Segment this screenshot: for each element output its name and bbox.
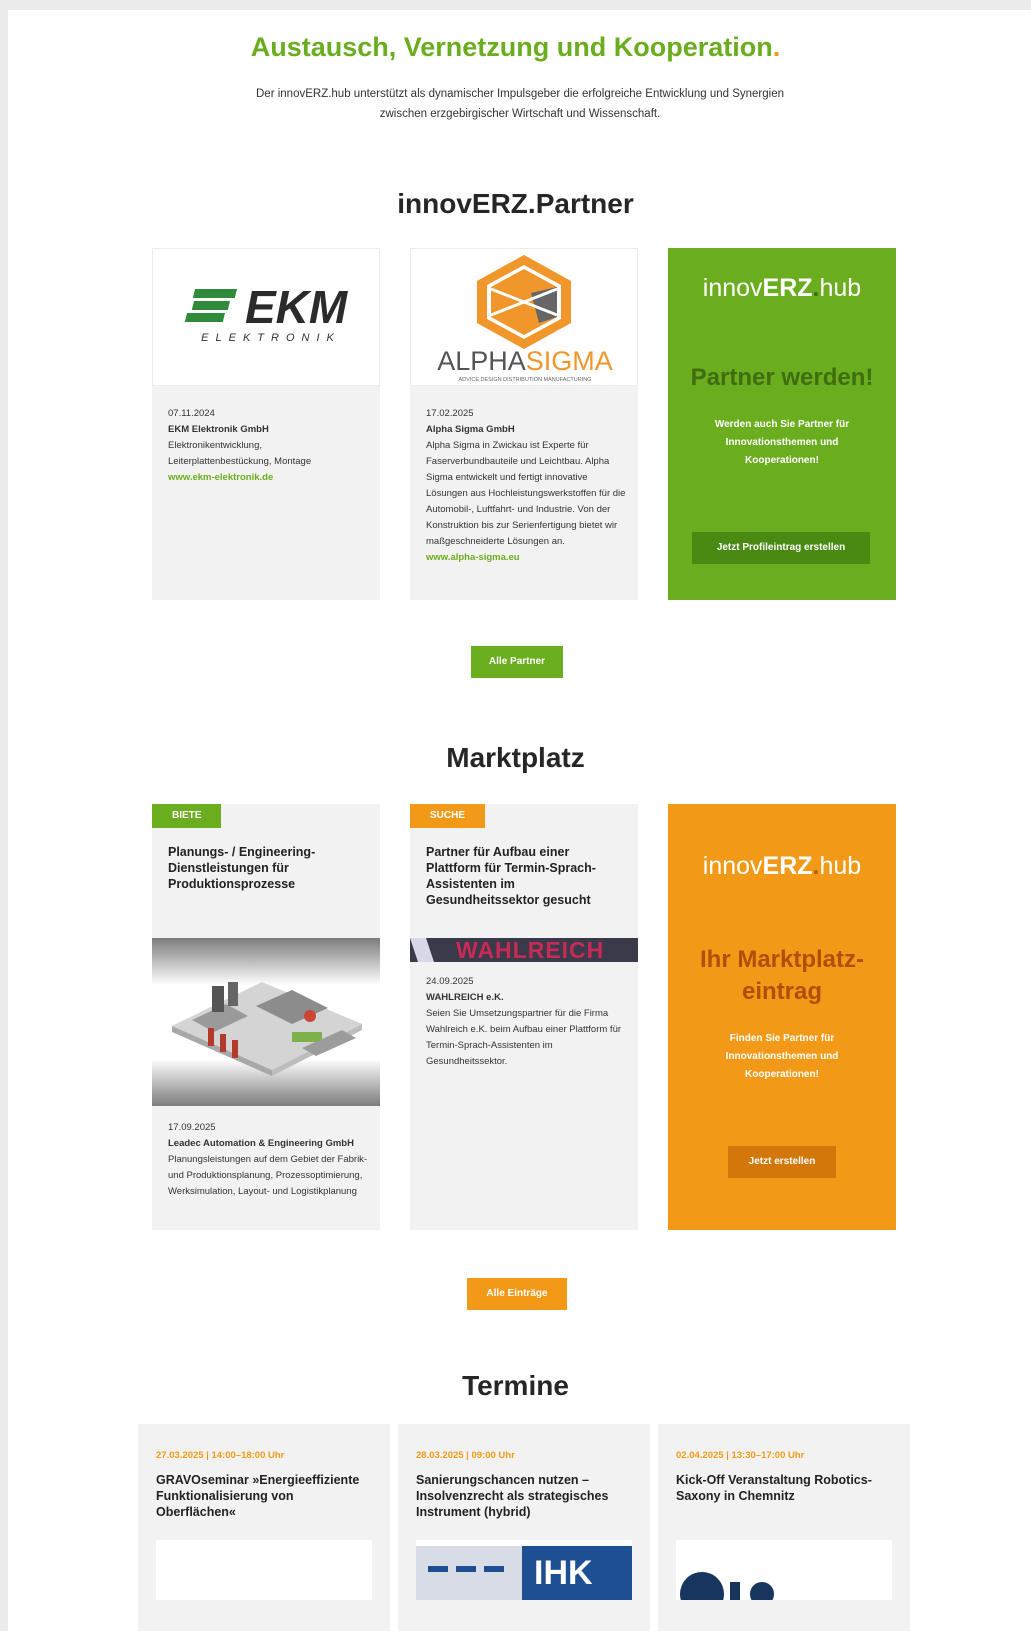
alpha-sigma-company: Alpha Sigma GmbH bbox=[426, 424, 515, 435]
robotics-title: Kick-Off Veranstaltung Robotics-Saxony i… bbox=[676, 1473, 872, 1503]
events-section-title: Termine bbox=[462, 1370, 569, 1401]
market-promo-brand-a: innov bbox=[702, 852, 763, 880]
market-promo-text: Finden Sie Partner für Innovationsthemen… bbox=[725, 1033, 839, 1080]
partner-promo-brand-dot: . bbox=[812, 274, 820, 302]
gravo-title: GRAVOseminar »Energieeffiziente Funktion… bbox=[156, 1473, 360, 1519]
create-profile-button[interactable]: Jetzt Profileintrag erstellen bbox=[692, 532, 870, 564]
alpha-sigma-meta: 17.02.2025 Alpha Sigma GmbH Alpha Sigma … bbox=[426, 406, 626, 566]
alpha-sigma-logo-graphic: ALPHASIGMA ADVICE DESIGN DISTRIBUTION MA… bbox=[437, 255, 613, 383]
wahlreich-banner: WAHLREICH bbox=[410, 938, 638, 962]
partner-promo-heading: Partner werden! bbox=[690, 364, 874, 391]
gravo-image bbox=[156, 1540, 372, 1600]
ihk-title: Sanierungschancen nutzen – Insolvenzrech… bbox=[416, 1473, 609, 1519]
market-promo-brand-dot: . bbox=[812, 852, 820, 880]
market-promo-card: innovERZ.hub Ihr Marktplatz-eintrag Find… bbox=[668, 804, 896, 1230]
robotics-date: 02.04.2025 | 13:30–17:00 Uhr bbox=[676, 1450, 805, 1461]
alpha-sigma-link[interactable]: www.alpha-sigma.eu bbox=[426, 550, 626, 566]
ekm-logo-graphic: EKM ELEKTRONIK bbox=[184, 281, 349, 344]
leadec-image bbox=[152, 938, 380, 1106]
market-card-wahlreich[interactable]: SUCHE Partner für Aufbau einer Plattform… bbox=[410, 804, 638, 1230]
hero-title-dot: . bbox=[772, 32, 781, 62]
hero-subtitle: Der innovERZ.hub unterstützt als dynamis… bbox=[256, 88, 784, 120]
create-market-entry-button[interactable]: Jetzt erstellen bbox=[728, 1146, 836, 1178]
alpha-sigma-logo-text-b: SIGMA bbox=[526, 346, 613, 376]
ihk-image: IHK bbox=[416, 1540, 632, 1600]
ekm-logo: EKM ELEKTRONIK bbox=[152, 248, 380, 386]
market-promo-brand: innovERZ.hub bbox=[668, 852, 896, 881]
event-card-ihk[interactable]: 28.03.2025 | 09:00 Uhr Sanierungschancen… bbox=[398, 1424, 650, 1631]
wahlreich-banner-graphic: WAHLREICH bbox=[410, 938, 604, 962]
wahlreich-company: WAHLREICH e.K. bbox=[426, 992, 504, 1003]
partner-card-ekm[interactable]: EKM ELEKTRONIK 07.11.2024 EKM Elektronik… bbox=[152, 248, 380, 600]
alpha-sigma-logo-subtext: ADVICE DESIGN DISTRIBUTION MANUFACTURING bbox=[459, 377, 592, 383]
partner-promo-brand-c: hub bbox=[819, 274, 862, 302]
ekm-meta: 07.11.2024 EKM Elektronik GmbH Elektroni… bbox=[168, 406, 368, 486]
leadec-date: 17.09.2025 bbox=[168, 1122, 216, 1133]
leadec-meta: 17.09.2025 Leadec Automation & Engineeri… bbox=[168, 1120, 368, 1200]
hero-title: Austausch, Vernetzung und Kooperation. bbox=[8, 32, 1031, 63]
ekm-logo-text: EKM bbox=[245, 281, 349, 333]
hero-title-text: Austausch, Vernetzung und Kooperation bbox=[250, 32, 773, 62]
market-card-leadec[interactable]: BIETE Planungs- / Engineering-Dienstleis… bbox=[152, 804, 380, 1230]
wahlreich-date: 24.09.2025 bbox=[426, 976, 474, 987]
search-badge: SUCHE bbox=[410, 804, 486, 828]
wahlreich-banner-text: WAHLREICH bbox=[456, 938, 604, 962]
alpha-sigma-desc: Alpha Sigma in Zwickau ist Experte für F… bbox=[426, 440, 626, 547]
ekm-logo-subtext: ELEKTRONIK bbox=[201, 332, 341, 344]
ekm-desc: Elektronikentwicklung, Leiterplattenbest… bbox=[168, 440, 312, 467]
wahlreich-title: Partner für Aufbau einer Plattform für T… bbox=[426, 845, 596, 907]
gravo-date: 27.03.2025 | 14:00–18:00 Uhr bbox=[156, 1450, 285, 1461]
partner-promo-brand-a: innov bbox=[702, 274, 763, 302]
ihk-logo-text: IHK bbox=[534, 1554, 593, 1592]
ihk-logo-graphic: IHK bbox=[416, 1540, 632, 1600]
partner-promo-card: innovERZ.hub Partner werden! Werden auch… bbox=[668, 248, 896, 600]
alpha-sigma-logo-text: ALPHASIGMA bbox=[437, 346, 613, 376]
ekm-link[interactable]: www.ekm-elektronik.de bbox=[168, 470, 368, 486]
leadec-title: Planungs- / Engineering-Dienstleistungen… bbox=[168, 845, 316, 891]
robotics-logo-graphic bbox=[680, 1572, 774, 1616]
partner-card-alpha-sigma[interactable]: ALPHASIGMA ADVICE DESIGN DISTRIBUTION MA… bbox=[410, 248, 638, 600]
wahlreich-desc: Seien Sie Umsetzungspartner für die Firm… bbox=[426, 1008, 622, 1067]
page: Austausch, Vernetzung und Kooperation. D… bbox=[8, 10, 1031, 1631]
market-promo-heading: Ihr Marktplatz-eintrag bbox=[699, 946, 864, 1005]
all-entries-button[interactable]: Alle Einträge bbox=[467, 1278, 567, 1310]
partner-section-title: innovERZ.Partner bbox=[397, 188, 634, 219]
partner-promo-text: Werden auch Sie Partner für Innovationst… bbox=[714, 419, 850, 466]
ihk-date: 28.03.2025 | 09:00 Uhr bbox=[416, 1450, 515, 1461]
alpha-sigma-logo: ALPHASIGMA ADVICE DESIGN DISTRIBUTION MA… bbox=[410, 248, 638, 386]
ekm-company: EKM Elektronik GmbH bbox=[168, 424, 269, 435]
market-promo-brand-c: hub bbox=[819, 852, 862, 880]
factory-illustration bbox=[172, 982, 362, 1076]
alpha-sigma-date: 17.02.2025 bbox=[426, 408, 474, 419]
leadec-desc: Planungsleistungen auf dem Gebiet der Fa… bbox=[168, 1154, 368, 1197]
market-promo-brand-b: ERZ bbox=[762, 852, 813, 880]
event-card-gravo[interactable]: 27.03.2025 | 14:00–18:00 Uhr GRAVOsemina… bbox=[138, 1424, 390, 1631]
market-section-title: Marktplatz bbox=[446, 742, 585, 773]
offer-badge: BIETE bbox=[152, 804, 222, 828]
ekm-date: 07.11.2024 bbox=[168, 408, 215, 419]
wahlreich-meta: 24.09.2025 WAHLREICH e.K. Seien Sie Umse… bbox=[426, 974, 626, 1070]
partner-promo-brand-b: ERZ bbox=[762, 274, 813, 302]
event-card-robotics[interactable]: 02.04.2025 | 13:30–17:00 Uhr Kick-Off Ve… bbox=[658, 1424, 910, 1631]
partner-promo-brand: innovERZ.hub bbox=[668, 274, 896, 303]
alpha-sigma-logo-text-a: ALPHA bbox=[437, 346, 526, 376]
all-partners-button[interactable]: Alle Partner bbox=[471, 646, 563, 678]
leadec-company: Leadec Automation & Engineering GmbH bbox=[168, 1138, 354, 1149]
robotics-image bbox=[676, 1540, 892, 1616]
